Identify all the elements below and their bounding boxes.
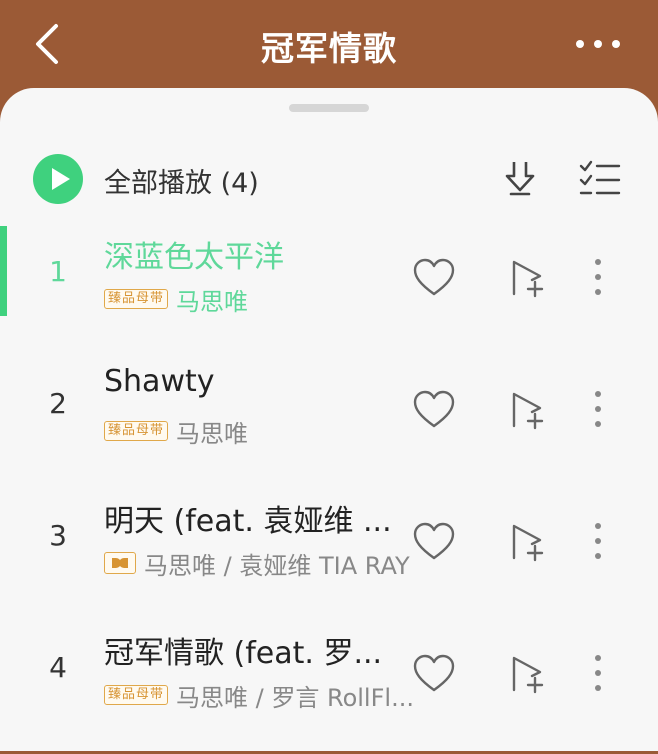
track-row-4[interactable]: 4 冠军情歌 (feat. 罗... 臻品母带 马思唯 / 罗言 RollFl.…	[0, 622, 658, 754]
track-number: 2	[49, 387, 67, 420]
track-title[interactable]: Shawty	[104, 364, 404, 399]
add-to-playlist-icon	[512, 392, 544, 430]
track-more-button[interactable]	[588, 388, 608, 430]
quality-badge: 臻品母带	[104, 289, 169, 309]
multi-select-button[interactable]	[578, 158, 622, 198]
now-playing-indicator	[0, 226, 7, 316]
add-to-playlist-icon	[512, 260, 544, 298]
header-bar: 冠军情歌	[0, 0, 658, 90]
quality-badge: 臻品母带	[104, 685, 169, 705]
like-button[interactable]	[412, 522, 456, 562]
heart-icon	[413, 258, 455, 296]
track-row-3[interactable]: 3 明天 (feat. 袁娅维 ... 马思唯 / 袁娅维 TIA RAY	[0, 490, 658, 622]
more-dots-icon	[576, 40, 620, 48]
heart-icon	[413, 390, 455, 428]
track-artist[interactable]: 马思唯 / 罗言 RollFl...	[176, 678, 414, 713]
track-meta: 马思唯 / 袁娅维 TIA RAY	[104, 546, 410, 581]
track-number: 1	[49, 255, 67, 288]
track-meta: 臻品母带 马思唯 / 罗言 RollFl...	[104, 678, 414, 713]
track-title[interactable]: 明天 (feat. 袁娅维 ...	[104, 496, 404, 540]
more-options-button[interactable]	[570, 34, 626, 54]
dolby-atmos-icon	[104, 552, 136, 574]
track-row-2[interactable]: 2 Shawty 臻品母带 马思唯	[0, 358, 658, 490]
checklist-icon	[579, 160, 621, 195]
drag-handle[interactable]	[289, 104, 369, 112]
vertical-dots-icon	[595, 259, 601, 295]
add-to-playlist-button[interactable]	[506, 520, 546, 562]
track-title[interactable]: 冠军情歌 (feat. 罗...	[104, 628, 404, 672]
add-to-playlist-button[interactable]	[506, 388, 546, 430]
add-to-playlist-button[interactable]	[506, 256, 546, 298]
page-title: 冠军情歌	[261, 29, 397, 68]
track-title[interactable]: 深蓝色太平洋	[104, 232, 404, 276]
track-artist[interactable]: 马思唯 / 袁娅维 TIA RAY	[144, 546, 410, 581]
track-meta: 臻品母带 马思唯	[104, 282, 248, 317]
play-icon	[52, 168, 70, 190]
quality-badge: 臻品母带	[104, 421, 169, 441]
add-to-playlist-button[interactable]	[506, 652, 546, 694]
vertical-dots-icon	[595, 391, 601, 427]
like-button[interactable]	[412, 654, 456, 694]
track-more-button[interactable]	[588, 520, 608, 562]
vertical-dots-icon	[595, 523, 601, 559]
play-all-button[interactable]	[33, 154, 83, 204]
play-all-label[interactable]: 全部播放 (4)	[104, 161, 259, 200]
like-button[interactable]	[412, 390, 456, 430]
add-to-playlist-icon	[512, 524, 544, 562]
track-artist[interactable]: 马思唯	[176, 282, 248, 317]
like-button[interactable]	[412, 258, 456, 298]
track-more-button[interactable]	[588, 256, 608, 298]
track-number: 4	[49, 651, 67, 684]
track-more-button[interactable]	[588, 652, 608, 694]
heart-icon	[413, 522, 455, 560]
download-icon	[505, 162, 535, 196]
track-artist[interactable]: 马思唯	[176, 414, 248, 449]
heart-icon	[413, 654, 455, 692]
download-button[interactable]	[500, 158, 540, 198]
track-row-1[interactable]: 1 深蓝色太平洋 臻品母带 马思唯	[0, 226, 658, 358]
add-to-playlist-icon	[512, 656, 544, 694]
vertical-dots-icon	[595, 655, 601, 691]
track-meta: 臻品母带 马思唯	[104, 414, 248, 449]
track-number: 3	[49, 519, 67, 552]
